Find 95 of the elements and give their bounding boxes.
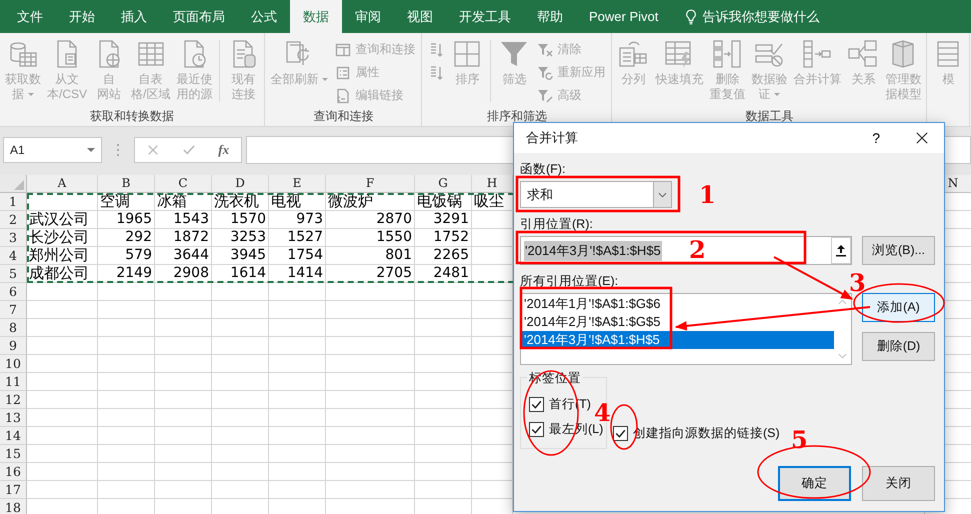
table-cell: 3253	[212, 229, 269, 247]
table-cell: 579	[98, 247, 155, 265]
table-cell: 1965	[98, 211, 155, 229]
references-list[interactable]: '2014年1月'!$A$1:$G$6 '2014年2月'!$A$1:$G$5 '2014年3月'!$A$1:$H$5	[520, 293, 852, 365]
step-number: 1	[699, 180, 716, 209]
table-cell: 3291	[415, 211, 472, 229]
column-header[interactable]: B	[98, 175, 155, 193]
ribbon-tab[interactable]: Power Pivot	[576, 0, 672, 33]
table-cell: 2265	[415, 247, 472, 265]
group-label: 查询和连接	[312, 108, 374, 124]
column-header[interactable]: E	[269, 175, 326, 193]
table-cell: 2908	[155, 265, 212, 283]
column-header[interactable]: G	[415, 175, 472, 193]
function-dropdown[interactable]: 求和	[520, 181, 672, 208]
table-cell: 2149	[98, 265, 155, 283]
name-box[interactable]: A1	[3, 137, 102, 163]
column-header[interactable]: D	[212, 175, 269, 193]
row-header[interactable]: 15	[0, 445, 27, 463]
field-label: 函数(F):	[520, 161, 566, 177]
row-header[interactable]: 5	[0, 265, 27, 283]
row-header[interactable]: 6	[0, 283, 27, 301]
table-cell: 电饭锅	[415, 193, 472, 211]
table-cell: 801	[326, 247, 415, 265]
table-cell: 1754	[269, 247, 326, 265]
table-cell: 1543	[155, 211, 212, 229]
row-header[interactable]: 1	[0, 193, 27, 211]
list-item[interactable]: '2014年3月'!$A$1:$H$5	[521, 331, 834, 349]
help-button[interactable]: ?	[866, 129, 886, 147]
table-cell: 成都公司	[27, 265, 98, 283]
row-header[interactable]: 16	[0, 463, 27, 481]
browse-button[interactable]: 浏览(B)...	[862, 236, 935, 265]
row-header[interactable]: 12	[0, 391, 27, 409]
ribbon-tab[interactable]: 插入	[108, 0, 160, 33]
table-cell: 3945	[212, 247, 269, 265]
ribbon-tab[interactable]: 帮助	[524, 0, 576, 33]
ribbon-tab[interactable]: 审阅	[342, 0, 394, 33]
table-cell: 973	[269, 211, 326, 229]
table-cell: 1527	[269, 229, 326, 247]
table-cell: 1570	[212, 211, 269, 229]
row-header[interactable]: 11	[0, 373, 27, 391]
row-header[interactable]: 7	[0, 301, 27, 319]
step-number: 2	[689, 235, 706, 264]
table-cell: 1550	[326, 229, 415, 247]
table-cell: 长沙公司	[27, 229, 98, 247]
dialog-title: 合并计算	[526, 129, 578, 147]
table-cell: 292	[98, 229, 155, 247]
table-cell: 2705	[326, 265, 415, 283]
row-header[interactable]: 18	[0, 499, 27, 514]
table-cell: 微波炉	[326, 193, 415, 211]
table-cell: 2870	[326, 211, 415, 229]
ok-button[interactable]: 确定	[778, 466, 851, 501]
ribbon-tab[interactable]: 数据	[290, 0, 342, 33]
ribbon-tab[interactable]: 文件	[4, 0, 56, 33]
ribbon-tab[interactable]: 视图	[394, 0, 446, 33]
table-cell: 冰箱	[155, 193, 212, 211]
table-cell: 3644	[155, 247, 212, 265]
row-header[interactable]: 13	[0, 409, 27, 427]
table-cell: 电视	[269, 193, 326, 211]
delete-button[interactable]: 删除(D)	[862, 332, 935, 361]
column-header[interactable]: A	[27, 175, 98, 193]
ribbon-tab[interactable]: 开始	[56, 0, 108, 33]
table-cell: 郑州公司	[27, 247, 98, 265]
ribbon-tab[interactable]: 开发工具	[446, 0, 524, 33]
table-cell: 武汉公司	[27, 211, 98, 229]
list-item[interactable]: '2014年1月'!$A$1:$G$6	[521, 295, 834, 313]
row-header[interactable]: 4	[0, 247, 27, 265]
table-cell: 洗衣机	[212, 193, 269, 211]
row-header[interactable]: 2	[0, 211, 27, 229]
column-header[interactable]: C	[155, 175, 212, 193]
table-cell: 1872	[155, 229, 212, 247]
table-cell: 1414	[269, 265, 326, 283]
column-header[interactable]: F	[326, 175, 415, 193]
ribbon-tab[interactable]: 页面布局	[160, 0, 238, 33]
row-header[interactable]: 9	[0, 337, 27, 355]
group-label: 获取和转换数据	[89, 108, 176, 124]
column-header[interactable]: H	[472, 175, 513, 193]
row-header[interactable]: 17	[0, 481, 27, 499]
table-cell: 1752	[415, 229, 472, 247]
row-header[interactable]: 10	[0, 355, 27, 373]
field-label: 引用位置(R):	[520, 216, 593, 232]
insert-function-button[interactable]: fx	[218, 142, 230, 158]
field-label: 所有引用位置(E):	[520, 273, 618, 289]
ribbon-tab[interactable]: 公式	[238, 0, 290, 33]
row-header[interactable]: 3	[0, 229, 27, 247]
add-button[interactable]: 添加(A)	[862, 293, 935, 322]
group-label: 数据工具	[744, 108, 794, 124]
tell-me-search[interactable]: 告诉我你想要做什么	[702, 8, 820, 26]
group-label: 排序和筛选	[486, 108, 548, 124]
close-button[interactable]: 关闭	[862, 466, 935, 501]
table-cell: 2481	[415, 265, 472, 283]
row-header[interactable]: 8	[0, 319, 27, 337]
row-header[interactable]: 14	[0, 427, 27, 445]
table-cell: 1614	[212, 265, 269, 283]
list-item[interactable]: '2014年2月'!$A$1:$G$5	[521, 313, 834, 331]
table-cell: 空调	[98, 193, 155, 211]
